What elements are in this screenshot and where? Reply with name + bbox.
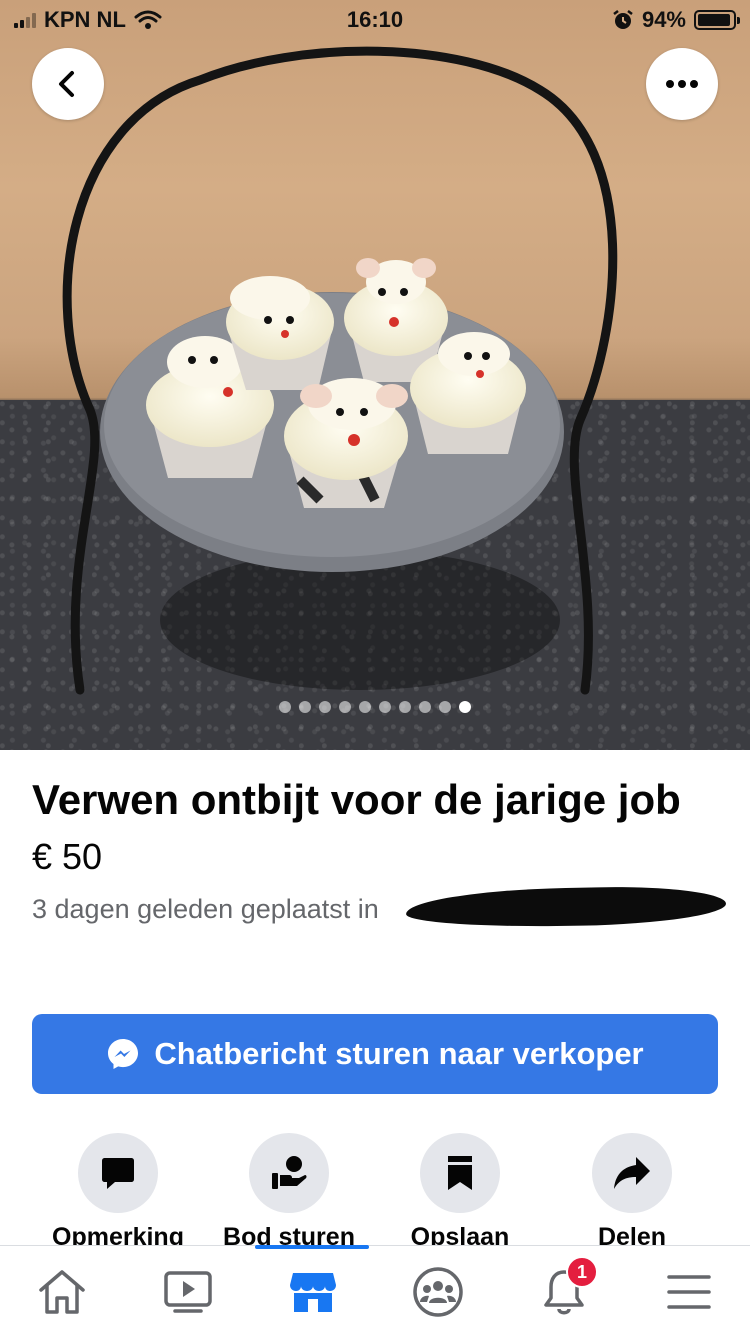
carousel-dot[interactable]: [439, 701, 451, 713]
save-action[interactable]: Opslaan: [375, 1133, 545, 1245]
alarm-icon: [613, 10, 633, 29]
signal-icon: [14, 12, 36, 28]
tab-marketplace[interactable]: [283, 1264, 343, 1320]
tab-notifications[interactable]: 1: [534, 1256, 598, 1320]
action-row: Opmerking Bod sturen Opslaan Delen: [0, 1133, 750, 1245]
carousel-dot[interactable]: [419, 701, 431, 713]
send-offer-label: Bod sturen: [223, 1223, 355, 1245]
carousel-dot[interactable]: [279, 701, 291, 713]
listing-photo[interactable]: KPN NL 16:10 94%: [0, 0, 750, 750]
listing-posted-info: 3 dagen geleden geplaatst in: [32, 884, 727, 930]
listing-price: € 50: [32, 836, 103, 877]
video-icon: [164, 1271, 212, 1313]
bottom-tab-bar: 1: [0, 1245, 750, 1334]
carousel-dot[interactable]: [399, 701, 411, 713]
carousel-dot[interactable]: [319, 701, 331, 713]
more-horizontal-icon: [666, 80, 698, 88]
listing-info: Verwen ontbijt voor de jarige job € 50 3…: [32, 772, 727, 930]
tab-watch[interactable]: [158, 1264, 218, 1320]
wifi-icon: [134, 10, 162, 29]
back-button[interactable]: [32, 48, 104, 120]
cupcakes-photo: [62, 46, 618, 695]
message-seller-label: Chatbericht sturen naar verkoper: [154, 1036, 644, 1071]
message-seller-button[interactable]: Chatbericht sturen naar verkoper: [32, 1014, 718, 1094]
carousel-dot[interactable]: [359, 701, 371, 713]
carousel-indicator: [0, 701, 750, 713]
redaction-mark: [405, 884, 727, 930]
comment-label: Opmerking: [52, 1223, 184, 1245]
share-action[interactable]: Delen: [547, 1133, 717, 1245]
carousel-dot-active[interactable]: [459, 701, 471, 713]
messenger-icon: [108, 1039, 139, 1069]
battery-percent: 94%: [641, 7, 686, 32]
offer-icon: [272, 1156, 307, 1189]
battery-icon: [694, 10, 740, 30]
notification-badge: 1: [566, 1256, 598, 1288]
comment-icon: [102, 1158, 134, 1189]
more-options-button[interactable]: [646, 48, 718, 120]
status-bar: KPN NL 16:10 94%: [0, 0, 750, 40]
home-icon: [39, 1270, 85, 1314]
carousel-dot[interactable]: [339, 701, 351, 713]
tab-groups[interactable]: [408, 1264, 468, 1320]
tab-menu[interactable]: [659, 1264, 719, 1320]
save-label: Opslaan: [410, 1223, 510, 1245]
send-offer-action[interactable]: Bod sturen: [204, 1133, 374, 1245]
comment-action[interactable]: Opmerking: [33, 1133, 203, 1245]
marketplace-icon: [290, 1273, 336, 1312]
active-tab-indicator: [255, 1245, 369, 1249]
carousel-dot[interactable]: [299, 701, 311, 713]
bookmark-icon: [448, 1156, 472, 1190]
chevron-left-icon: [59, 71, 74, 97]
share-label: Delen: [597, 1223, 667, 1245]
tab-home[interactable]: [32, 1264, 92, 1320]
posted-text: 3 dagen geleden geplaatst in: [32, 894, 379, 924]
share-icon: [614, 1157, 650, 1189]
groups-icon: [413, 1267, 463, 1317]
listing-title: Verwen ontbijt voor de jarige job: [32, 776, 681, 823]
carousel-dot[interactable]: [379, 701, 391, 713]
menu-icon: [667, 1275, 711, 1309]
carrier-name: KPN NL: [44, 7, 126, 32]
